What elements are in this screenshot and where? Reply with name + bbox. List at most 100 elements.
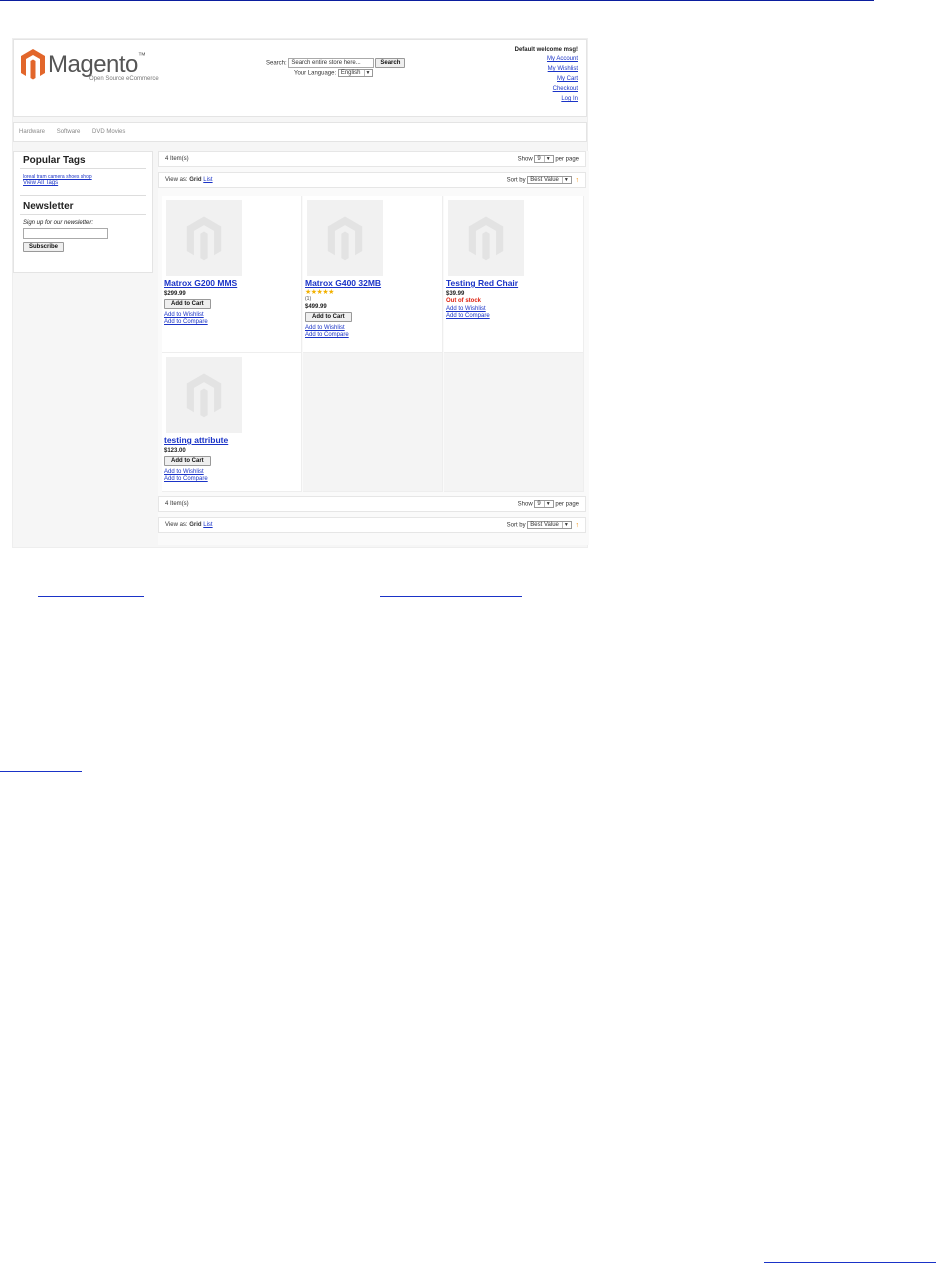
per-page-label: per page — [555, 156, 579, 163]
header: Magento™ Open Source eCommerce Search: S… — [13, 39, 587, 117]
grid-mode: Grid — [189, 177, 202, 183]
product-name-link[interactable]: Testing Red Chair — [446, 278, 580, 288]
magento-placeholder-icon — [468, 216, 504, 261]
category-nav: Hardware Software DVD Movies — [13, 122, 587, 142]
language-select[interactable]: English ▼ — [337, 69, 374, 77]
add-to-compare-link[interactable]: Add to Compare — [164, 319, 298, 325]
my-cart-link[interactable]: My Cart — [515, 76, 578, 83]
product-listing: 4 Item(s) Show 9 ▼ per page View as: Grid… — [158, 151, 589, 545]
top-rule — [0, 0, 874, 1]
rating-stars-icon: ★★★★★ — [305, 289, 334, 296]
add-to-wishlist-link[interactable]: Add to Wishlist — [446, 306, 580, 312]
product-image[interactable] — [307, 200, 383, 276]
item-count: 4 Item(s) — [165, 501, 189, 507]
add-to-cart-button[interactable]: Add to Cart — [164, 299, 211, 309]
add-to-wishlist-link[interactable]: Add to Wishlist — [305, 325, 439, 331]
list-mode-link[interactable]: List — [203, 177, 212, 183]
sort-by-label: Sort by — [506, 177, 526, 184]
add-to-wishlist-link[interactable]: Add to Wishlist — [164, 312, 298, 318]
sort-direction-arrow-up-icon[interactable]: ↑ — [576, 522, 580, 529]
add-to-compare-link[interactable]: Add to Compare — [446, 313, 580, 319]
show-label: Show — [517, 156, 533, 163]
per-page-label: per page — [555, 501, 579, 508]
product-image[interactable] — [166, 357, 242, 433]
underline-link-fragment[interactable] — [380, 596, 522, 597]
review-count[interactable]: (1) — [305, 296, 439, 302]
chevron-down-icon: ▼ — [543, 156, 551, 162]
sort-select[interactable]: Best Value ▼ — [527, 521, 572, 529]
nav-item-software[interactable]: Software — [57, 129, 81, 135]
add-to-compare-link[interactable]: Add to Compare — [164, 476, 298, 482]
log-in-link[interactable]: Log In — [515, 96, 578, 103]
nav-item-hardware[interactable]: Hardware — [19, 129, 45, 135]
language-label: Your Language: — [294, 70, 337, 77]
search-button[interactable]: Search — [375, 58, 406, 68]
underline-link-fragment[interactable] — [38, 596, 144, 597]
magento-logo-icon — [21, 49, 45, 80]
product-item: testing attribute $123.00 Add to Cart Ad… — [162, 353, 302, 492]
magento-placeholder-icon — [327, 216, 363, 261]
product-name-link[interactable]: Matrox G200 MMS — [164, 278, 298, 288]
chevron-down-icon: ▼ — [543, 501, 551, 507]
empty-grid-cell — [303, 353, 443, 492]
sort-direction-arrow-up-icon[interactable]: ↑ — [576, 177, 580, 184]
product-item: Matrox G400 32MB ★★★★★ (1) $499.99 Add t… — [303, 196, 443, 353]
product-price: $123.00 — [164, 448, 186, 454]
product-price: $39.99 — [446, 291, 465, 297]
divider — [20, 168, 146, 169]
divider — [20, 195, 146, 196]
sort-by-label: Sort by — [506, 522, 526, 529]
product-name-link[interactable]: testing attribute — [164, 435, 298, 445]
logo-wordmark: Magento™ — [48, 51, 146, 78]
search-label: Search: — [266, 60, 287, 67]
underline-link-fragment[interactable] — [0, 771, 82, 772]
subscribe-button[interactable]: Subscribe — [23, 242, 65, 252]
sort-select[interactable]: Best Value ▼ — [527, 176, 572, 184]
nav-item-dvd-movies[interactable]: DVD Movies — [92, 129, 125, 135]
search-input[interactable]: Search entire store here... — [288, 58, 375, 68]
product-image[interactable] — [448, 200, 524, 276]
search-block: Search: Search entire store here... Searc… — [266, 58, 406, 77]
magento-logo[interactable]: Magento™ Open Source eCommerce — [20, 48, 160, 88]
add-to-cart-button[interactable]: Add to Cart — [164, 456, 211, 466]
magento-placeholder-icon — [186, 216, 222, 261]
sorter-top: View as: Grid List Sort by Best Value ▼ ↑ — [158, 172, 586, 188]
popular-tags-title: Popular Tags — [23, 155, 86, 166]
show-label: Show — [517, 501, 533, 508]
grid-mode: Grid — [189, 522, 202, 528]
view-as-label: View as: — [165, 177, 188, 183]
chevron-down-icon: ▼ — [561, 522, 569, 528]
magento-storefront-screenshot: Magento™ Open Source eCommerce Search: S… — [12, 38, 589, 548]
product-price: $499.99 — [305, 304, 327, 310]
view-all-tags-link[interactable]: View All Tags — [23, 180, 58, 186]
product-grid: Matrox G200 MMS $299.99 Add to Cart Add … — [162, 196, 586, 492]
magento-placeholder-icon — [186, 373, 222, 418]
sorter-bottom: View as: Grid List Sort by Best Value ▼ ↑ — [158, 517, 586, 533]
product-item: Testing Red Chair $39.99 Out of stock Ad… — [444, 196, 584, 353]
newsletter-email-field[interactable] — [23, 228, 108, 239]
account-links: Default welcome msg! My Account My Wishl… — [515, 47, 578, 103]
limit-select[interactable]: 9 ▼ — [534, 500, 554, 508]
sidebar: Popular Tags loreal tram camera shoes sh… — [13, 151, 153, 273]
add-to-wishlist-link[interactable]: Add to Wishlist — [164, 469, 298, 475]
my-account-link[interactable]: My Account — [515, 56, 578, 63]
logo-subtitle: Open Source eCommerce — [89, 76, 159, 82]
pager-bottom: 4 Item(s) Show 9 ▼ per page — [158, 496, 586, 512]
chevron-down-icon: ▼ — [561, 177, 569, 183]
add-to-cart-button[interactable]: Add to Cart — [305, 312, 352, 322]
checkout-link[interactable]: Checkout — [515, 86, 578, 93]
newsletter-title: Newsletter — [23, 201, 74, 212]
newsletter-label: Sign up for our newsletter: — [23, 220, 94, 226]
add-to-compare-link[interactable]: Add to Compare — [305, 332, 439, 338]
item-count: 4 Item(s) — [165, 156, 189, 162]
divider — [20, 214, 146, 215]
product-name-link[interactable]: Matrox G400 32MB — [305, 278, 439, 288]
product-item: Matrox G200 MMS $299.99 Add to Cart Add … — [162, 196, 302, 353]
out-of-stock-status: Out of stock — [446, 298, 482, 304]
product-image[interactable] — [166, 200, 242, 276]
list-mode-link[interactable]: List — [203, 522, 212, 528]
limit-select[interactable]: 9 ▼ — [534, 155, 554, 163]
underline-link-fragment[interactable] — [764, 1262, 936, 1263]
my-wishlist-link[interactable]: My Wishlist — [515, 66, 578, 73]
product-price: $299.99 — [164, 291, 186, 297]
